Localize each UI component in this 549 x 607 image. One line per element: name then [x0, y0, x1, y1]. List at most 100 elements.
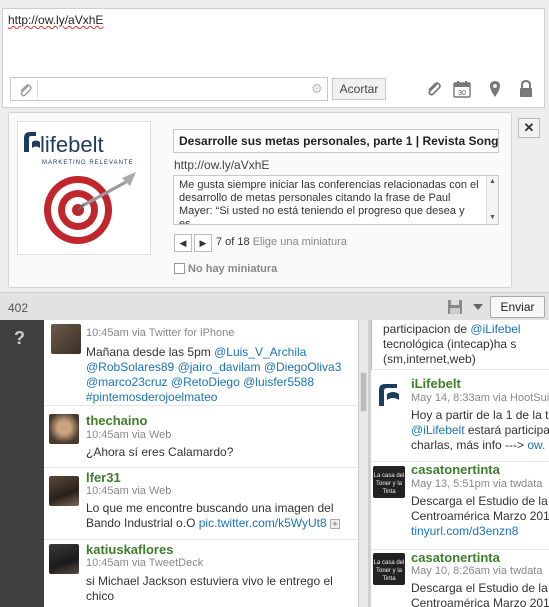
- tweet-meta: 10:45am via TweetDeck: [86, 557, 204, 569]
- tweet-handle[interactable]: katiuskaflores: [86, 542, 173, 557]
- shorten-button[interactable]: Acortar: [332, 78, 386, 100]
- avatar[interactable]: [373, 378, 405, 410]
- mention-link[interactable]: @marco23cruz: [86, 375, 168, 389]
- thumbnail-index: 7 of 18: [216, 236, 250, 248]
- tweet-text: participacion de @iLifebel tecnológica (…: [383, 322, 521, 367]
- mention-link[interactable]: @DiegoOliva3: [264, 360, 342, 374]
- avatar[interactable]: [49, 414, 79, 444]
- tweet[interactable]: katiuskaflores 10:45am via TweetDeck si …: [44, 540, 358, 607]
- mention-link[interactable]: @luisfer5588: [243, 375, 314, 389]
- tweet-meta: 10:45am via Web: [86, 485, 172, 497]
- tweet-text-line: Centroamérica Marzo 201: [411, 596, 549, 607]
- tweet[interactable]: participacion de @iLifebel tecnológica (…: [371, 320, 549, 370]
- link[interactable]: ow.: [527, 438, 545, 452]
- char-counter: 402: [8, 301, 29, 315]
- link[interactable]: tinyurl.com/d3enzn8: [411, 524, 549, 539]
- gear-icon[interactable]: ⚙: [311, 82, 325, 96]
- tweet-text: si Michael Jackson estuviera vivo le ent…: [86, 574, 333, 604]
- tweet-text: Descarga el Estudio de la Centroamérica …: [411, 494, 549, 539]
- tweet-text: Descarga el Estudio de la Centroamérica …: [411, 581, 549, 607]
- tweet-text-line: si Michael Jackson estuviera vivo le ent…: [86, 574, 333, 588]
- tweet-text-line: Descarga el Estudio de la: [411, 494, 548, 508]
- preview-url: http://ow.ly/aVxhE: [174, 158, 270, 172]
- tweet[interactable]: La casa del Toner y la Tinta casatonertint…: [371, 462, 549, 550]
- description-scrollbar[interactable]: ▲ ▼: [486, 176, 498, 224]
- link-preview-card: lifebelt MARKETING RELEVANTE Desarrolle …: [8, 112, 512, 288]
- tweet-text-part: charlas, más info --->: [411, 438, 528, 452]
- mention-link[interactable]: @jairo_davilam: [178, 360, 261, 374]
- stream-scrollbar[interactable]: [358, 320, 368, 607]
- help-icon[interactable]: ?: [14, 328, 30, 352]
- paperclip-icon: [20, 84, 32, 97]
- no-thumbnail-checkbox[interactable]: [174, 263, 185, 274]
- thumbnail-hint: Elige una miniatura: [252, 236, 347, 248]
- scroll-up-icon[interactable]: ▲: [489, 178, 496, 185]
- tweet[interactable]: La casa del Toner y la Tinta casatonertint…: [371, 550, 549, 607]
- ilifebelt-logo-image: lifebelt MARKETING RELEVANTE: [18, 122, 150, 254]
- tweet[interactable]: 10:45am via Twitter for iPhone Mañana de…: [44, 320, 358, 406]
- message-text[interactable]: http://ow.ly/aVxhE: [8, 13, 103, 27]
- stream-column-right[interactable]: participacion de @iLifebel tecnológica (…: [371, 320, 549, 607]
- tweet-text-line: (sm,internet,web): [383, 352, 476, 366]
- tweet-meta: May 14, 8:33am via HootSuite: [411, 392, 549, 404]
- scrollbar-thumb[interactable]: [360, 372, 367, 412]
- thumbnail-counter: 7 of 18 Elige una miniatura: [216, 236, 347, 248]
- next-thumbnail-button[interactable]: ▶: [194, 234, 212, 252]
- tweet-text-line: chico: [86, 589, 115, 603]
- url-input[interactable]: [41, 81, 311, 97]
- prev-thumbnail-button[interactable]: ◀: [174, 234, 192, 252]
- message-value: http://ow.ly/aVxhE: [8, 13, 104, 27]
- tweet-handle[interactable]: casatonertinta: [411, 550, 500, 565]
- expand-icon[interactable]: +: [330, 518, 340, 529]
- save-draft-icon[interactable]: [447, 299, 463, 315]
- calendar-icon[interactable]: 30: [453, 80, 471, 98]
- mention-link[interactable]: @RobSolares89: [86, 360, 174, 374]
- tweet-meta: May 10, 8:26am via twdata: [411, 565, 543, 577]
- stream-column-left[interactable]: 10:45am via Twitter for iPhone Mañana de…: [44, 320, 358, 607]
- avatar[interactable]: La casa del Toner y la Tinta: [373, 466, 405, 498]
- tweet-meta: 10:45am via Web: [86, 429, 172, 441]
- mention-link[interactable]: @iLifebelt: [411, 423, 465, 437]
- preview-thumbnail[interactable]: lifebelt MARKETING RELEVANTE: [17, 121, 151, 255]
- no-thumbnail-option[interactable]: No hay miniatura: [174, 263, 277, 275]
- tweet-handle[interactable]: lfer31: [86, 470, 121, 485]
- tweet-handle[interactable]: thechaino: [86, 413, 147, 428]
- tweet-text: Lo que me encontre buscando una imagen d…: [86, 501, 340, 531]
- message-composer: http://ow.ly/aVxhE ⚙ Acortar 30 lifebelt…: [0, 0, 549, 320]
- tweet-text-part: Mañana desde las 5pm: [86, 345, 215, 359]
- logo-tagline: MARKETING RELEVANTE: [42, 160, 134, 166]
- tweet-handle[interactable]: casatonertinta: [411, 462, 500, 477]
- preview-description: Me gusta siempre iniciar las conferencia…: [179, 179, 479, 225]
- chevron-down-icon[interactable]: [473, 304, 483, 310]
- tweet-text-part: participacion de: [383, 322, 471, 336]
- lock-icon[interactable]: [517, 80, 535, 98]
- tweet[interactable]: thechaino 10:45am via Web ¿Ahora sí eres…: [44, 406, 358, 468]
- close-preview-button[interactable]: ✕: [518, 118, 540, 138]
- mention-link[interactable]: @iLifebel: [470, 322, 520, 336]
- send-button[interactable]: Enviar: [490, 296, 545, 318]
- tweet-text: Hoy a partir de la 1 de la t @iLifebelt …: [411, 408, 549, 453]
- tweet-meta: May 13, 5:51pm via twdata: [411, 478, 543, 490]
- tweet-text-part: Bando Industrial o.O: [86, 516, 199, 530]
- tweet-text: ¿Ahora sí eres Calamardo?: [86, 445, 234, 459]
- hashtag-link[interactable]: #pintemosderojoelmateo: [86, 390, 217, 404]
- mention-link[interactable]: @Luis_V_Archila: [214, 345, 306, 359]
- tweet[interactable]: lfer31 10:45am via Web Lo que me encontr…: [44, 468, 358, 540]
- mention-link[interactable]: @RetoDiego: [171, 375, 240, 389]
- tweet-handle[interactable]: iLifebelt: [411, 376, 461, 391]
- location-pin-icon[interactable]: [486, 80, 504, 98]
- tweet[interactable]: iLifebelt May 14, 8:33am via HootSuite H…: [371, 370, 549, 462]
- link-shortener-field[interactable]: ⚙: [10, 77, 328, 101]
- avatar[interactable]: [49, 544, 79, 574]
- attach-icon[interactable]: [424, 80, 442, 98]
- left-sidebar: ?: [0, 320, 44, 607]
- preview-title-input[interactable]: Desarrolle sus metas personales, parte 1…: [173, 129, 499, 153]
- avatar[interactable]: [51, 324, 81, 354]
- scroll-down-icon[interactable]: ▼: [489, 214, 496, 221]
- avatar[interactable]: [49, 476, 79, 506]
- no-thumbnail-label: No hay miniatura: [188, 263, 278, 275]
- field-divider: [37, 80, 38, 98]
- pic-link[interactable]: pic.twitter.com/k5WyUt8: [199, 516, 327, 530]
- avatar[interactable]: La casa del Toner y la Tinta: [373, 553, 405, 585]
- preview-description-textarea[interactable]: Me gusta siempre iniciar las conferencia…: [173, 175, 499, 225]
